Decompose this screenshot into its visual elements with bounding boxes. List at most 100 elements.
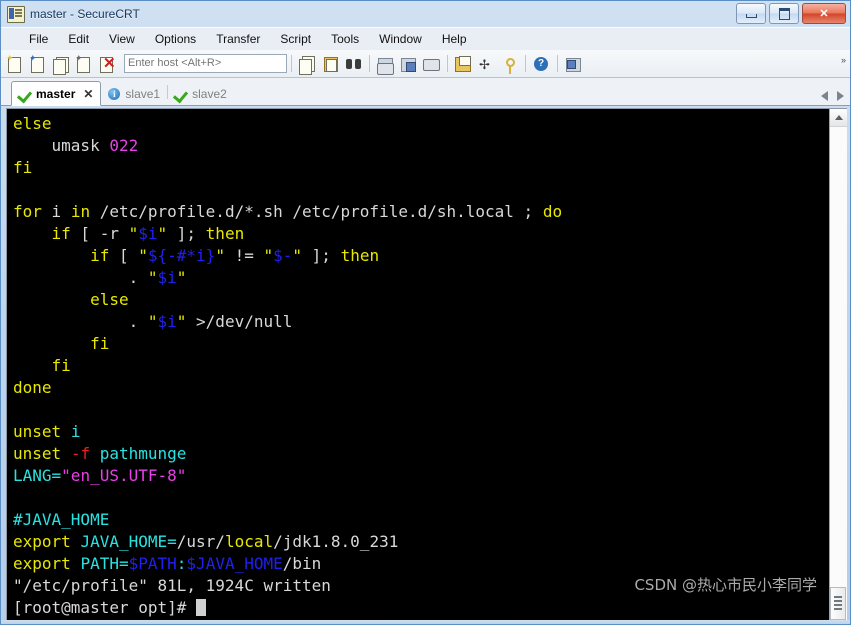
menu-bar: File Edit View Options Transfer Script T…	[1, 27, 850, 50]
terminal-text: $i	[138, 224, 158, 243]
terminal-line: else	[13, 289, 829, 311]
terminal-text: $i	[157, 312, 177, 331]
terminal-line: fi	[13, 157, 829, 179]
terminal-text: fi	[90, 334, 110, 353]
terminal-text: [	[109, 246, 139, 265]
toolbar-overflow-button[interactable]: »	[841, 56, 846, 65]
tab-scroll-left-icon[interactable]	[821, 91, 828, 101]
connect-session-icon[interactable]: ✦	[29, 53, 50, 74]
menu-script[interactable]: Script	[270, 30, 321, 48]
clone-session-icon[interactable]	[52, 54, 73, 75]
terminal-text: umask	[13, 136, 110, 155]
terminal-text: >/dev/null	[186, 312, 293, 331]
terminal-line: fi	[13, 355, 829, 377]
toggle-chat-icon[interactable]: ✢	[476, 54, 497, 74]
scroll-up-icon[interactable]	[830, 109, 847, 127]
find-icon[interactable]	[343, 54, 364, 74]
terminal-text: i	[70, 422, 81, 441]
menu-tools[interactable]: Tools	[321, 30, 369, 48]
menu-view[interactable]: View	[99, 30, 145, 48]
terminal-text: fi	[51, 356, 71, 375]
terminal-text: .	[13, 268, 148, 287]
terminal-text: done	[13, 378, 52, 397]
scrollbar-track[interactable]	[830, 127, 847, 621]
terminal-text: export	[13, 532, 71, 551]
session-options-icon[interactable]	[453, 54, 474, 74]
terminal-text: LANG=	[13, 466, 62, 485]
copy-icon[interactable]	[297, 54, 318, 75]
menu-edit[interactable]: Edit	[58, 30, 99, 48]
tab-master[interactable]: master ✕	[11, 81, 102, 106]
disconnect-icon[interactable]: ✕	[98, 54, 119, 74]
window-controls: ✕	[736, 3, 846, 24]
tab-scroll-right-icon[interactable]	[837, 91, 844, 101]
minimize-button[interactable]	[736, 3, 766, 24]
new-session-icon[interactable]: ✦	[6, 53, 27, 74]
terminal-text: local	[224, 532, 274, 551]
terminal-text: "en_US.UTF-8"	[61, 466, 187, 485]
status-bar	[1, 620, 850, 624]
paste-icon[interactable]	[320, 54, 341, 74]
terminal-line: for i in /etc/profile.d/*.sh /etc/profil…	[13, 201, 829, 223]
terminal-text: "	[176, 312, 187, 331]
menu-help[interactable]: Help	[432, 30, 477, 48]
terminal-text: unset	[13, 444, 62, 463]
terminal-text: [ -r	[70, 224, 129, 243]
green-check-icon	[175, 88, 187, 100]
terminal-text: ${-#*i}	[147, 246, 216, 265]
close-button[interactable]: ✕	[802, 3, 846, 24]
terminal-line: export JAVA_HOME=/usr/local/jdk1.8.0_231	[13, 531, 829, 553]
terminal-scrollbar[interactable]	[829, 109, 847, 621]
tab-label: master	[36, 86, 76, 101]
tab-close-icon[interactable]: ✕	[83, 87, 93, 101]
terminal-text: $JAVA_HOME	[186, 554, 283, 573]
log-session-icon[interactable]	[398, 54, 419, 74]
terminal-text: then	[205, 224, 245, 243]
terminal-text: !=	[224, 246, 264, 265]
menu-options[interactable]: Options	[145, 30, 206, 48]
title-bar: master - SecureCRT ✕	[1, 1, 850, 27]
terminal-text: in	[70, 202, 91, 221]
menu-transfer[interactable]: Transfer	[206, 30, 270, 48]
watermark: CSDN @热心市民小李同学	[634, 576, 817, 594]
terminal-text: $i	[157, 268, 177, 287]
scrollbar-thumb[interactable]	[830, 587, 846, 620]
maximize-button[interactable]	[769, 3, 799, 24]
tile-windows-icon[interactable]	[563, 54, 584, 74]
terminal-text: :	[176, 554, 187, 573]
key-manager-icon[interactable]	[499, 54, 520, 74]
terminal-text: "/etc/profile" 81L, 1924C written	[13, 576, 331, 595]
terminal-text: then	[340, 246, 380, 265]
securecrt-icon	[7, 5, 25, 23]
terminal-text: export	[13, 554, 71, 573]
tab-label: slave1	[125, 86, 161, 101]
terminal-text: "	[128, 224, 139, 243]
terminal-line: unset i	[13, 421, 829, 443]
tab-slave2[interactable]: slave2	[168, 82, 234, 105]
securecrt-window: master - SecureCRT ✕ File Edit View Opti…	[0, 0, 851, 625]
terminal-text: else	[13, 114, 52, 133]
print-screen-icon[interactable]	[375, 54, 396, 75]
terminal-text: else	[90, 290, 129, 309]
tab-slave1[interactable]: i slave1	[101, 82, 167, 105]
terminal-text: ];	[167, 224, 206, 243]
terminal-cursor	[196, 599, 207, 616]
maximize-icon	[778, 7, 790, 20]
print-icon[interactable]	[421, 54, 442, 74]
host-input[interactable]	[124, 54, 287, 73]
terminal-line: . "$i"	[13, 267, 829, 289]
connect-sftp-icon[interactable]: ✦	[75, 53, 96, 74]
toolbar-separator-4	[525, 55, 526, 72]
menu-file[interactable]: File	[19, 30, 58, 48]
terminal-text: #JAVA_HOME	[13, 510, 110, 529]
terminal-text: for	[13, 202, 42, 221]
terminal-output[interactable]: else umask 022 fi for i in /etc/profile.d…	[7, 109, 829, 621]
menu-window[interactable]: Window	[369, 30, 432, 48]
terminal-text: "	[157, 224, 168, 243]
help-icon[interactable]: ?	[531, 54, 552, 74]
